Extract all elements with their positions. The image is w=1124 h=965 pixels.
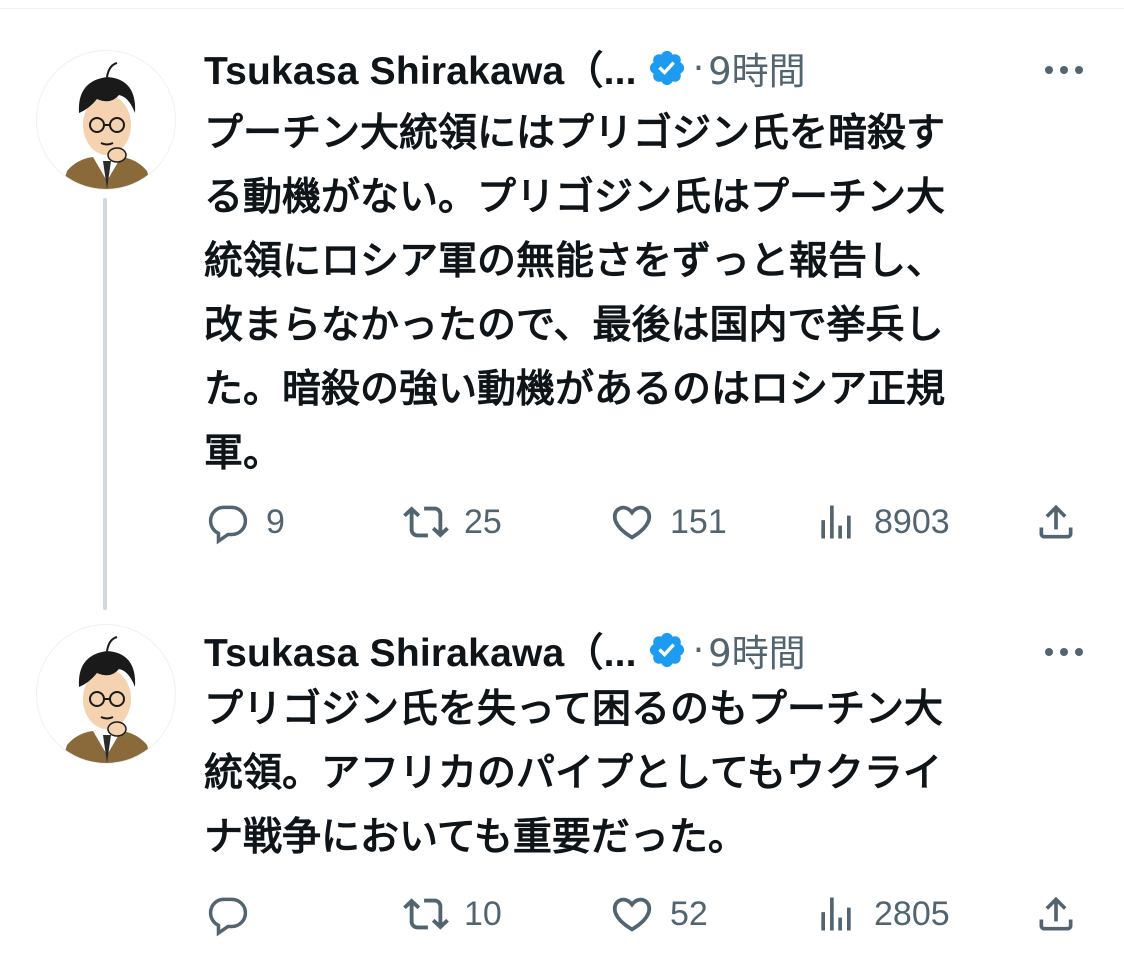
share-icon [1032,498,1080,546]
tweet-text-line: プリゴジン氏を失って困るのもプーチン大 [204,687,944,732]
share-button[interactable] [1032,884,1080,944]
like-button[interactable]: 151 [608,492,727,552]
tweet-text: プリゴジン氏を失って困るのもプーチン大 統領。アフリカのパイプとしてもウクライ … [204,678,1084,870]
tweet[interactable]: Tsukasa Shirakawa（... · 9時間 プリゴジン氏を失って困る… [0,620,1124,950]
reply-icon [204,890,252,938]
views-bar-chart-icon [812,890,860,938]
views-count: 2805 [874,894,950,933]
avatar[interactable] [36,50,176,190]
tweet-header: Tsukasa Shirakawa（... · 9時間 [204,620,806,680]
retweet-icon [402,890,450,938]
views-button[interactable]: 2805 [812,884,950,944]
like-button[interactable]: 52 [608,884,708,944]
tweet-text-line: ナ戦争においても重要だった。 [204,815,747,860]
avatar[interactable] [36,624,176,764]
verified-badge-icon [647,630,687,670]
separator-dot: · [692,47,705,89]
avatar-cartoon-image [61,62,153,189]
reply-count: 9 [266,502,285,541]
tweet-header: Tsukasa Shirakawa（... · 9時間 [204,38,806,98]
verified-badge-icon [647,48,687,88]
separator-dot: · [692,629,705,671]
display-name[interactable]: Tsukasa Shirakawa（... [204,40,637,96]
retweet-count: 10 [464,894,502,933]
heart-icon [608,890,656,938]
share-icon [1032,890,1080,938]
tweet-text-line: 軍。 [204,431,283,476]
top-divider [0,8,1124,9]
tweet-text-line: た。暗殺の強い動機があるのはロシア正規 [204,367,946,412]
action-bar: 10 52 2805 [0,884,1124,944]
tweet-text: プーチン大統領にはプリゴジン氏を暗殺す る動機がない。プリゴジン氏はプーチン大 … [204,102,1084,486]
tweet-text-line: 統領にロシア軍の無能さをずっと報告し、 [204,239,946,284]
views-button[interactable]: 8903 [812,492,950,552]
more-options-icon[interactable] [1040,628,1088,676]
retweet-count: 25 [464,502,502,541]
reply-icon [204,498,252,546]
tweet-text-line: 改まらなかったので、最後は国内で挙兵し [204,303,944,348]
reply-button[interactable] [204,884,266,944]
tweet-text-line: る動機がない。プリゴジン氏はプーチン大 [204,175,946,220]
share-button[interactable] [1032,492,1080,552]
views-bar-chart-icon [812,498,860,546]
retweet-button[interactable]: 10 [402,884,502,944]
heart-icon [608,498,656,546]
like-count: 151 [670,502,727,541]
display-name[interactable]: Tsukasa Shirakawa（... [204,622,637,678]
reply-button[interactable]: 9 [204,492,285,552]
like-count: 52 [670,894,708,933]
tweet[interactable]: Tsukasa Shirakawa（... · 9時間 プーチン大統領にはプリゴ… [0,38,1124,558]
retweet-icon [402,498,450,546]
avatar-cartoon-image [61,636,153,763]
tweet-text-line: プーチン大統領にはプリゴジン氏を暗殺す [204,111,946,156]
timestamp[interactable]: 9時間 [708,623,806,677]
tweet-text-line: 統領。アフリカのパイプとしてもウクライ [204,751,942,796]
retweet-button[interactable]: 25 [402,492,502,552]
timestamp[interactable]: 9時間 [708,41,806,95]
views-count: 8903 [874,502,950,541]
action-bar: 9 25 151 8903 [0,492,1124,552]
more-options-icon[interactable] [1040,46,1088,94]
